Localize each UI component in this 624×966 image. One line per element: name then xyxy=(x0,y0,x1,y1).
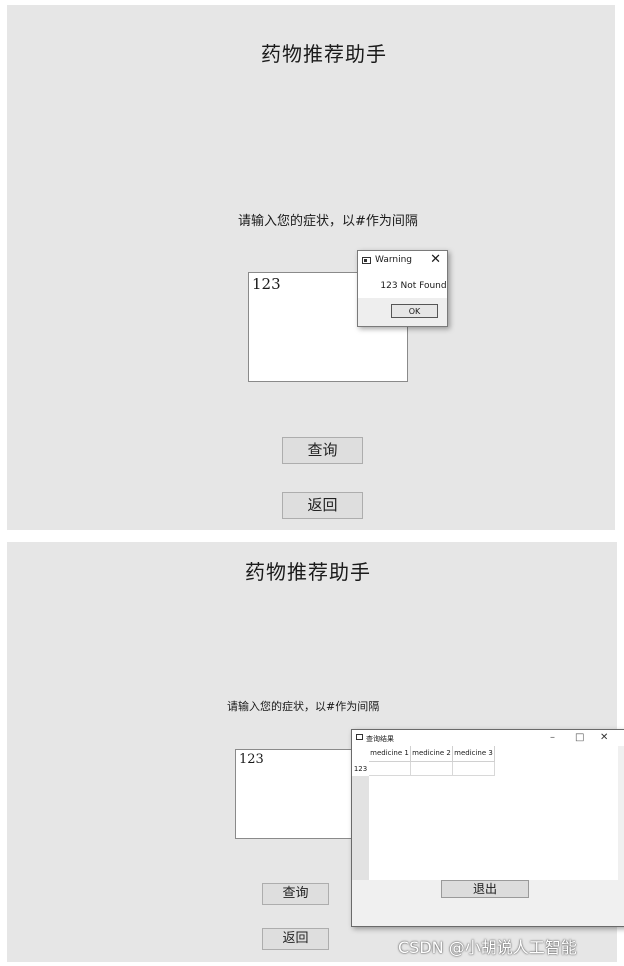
dialog-message: 123 Not Found xyxy=(380,281,447,291)
window-icon xyxy=(362,257,371,264)
query-button[interactable]: 查询 xyxy=(262,883,329,905)
close-icon[interactable]: ✕ xyxy=(430,252,441,268)
back-button[interactable]: 返回 xyxy=(262,928,329,950)
ok-button[interactable]: OK xyxy=(391,304,438,318)
dialog-footer: OK xyxy=(358,298,447,326)
result-window-title: 查询结果 xyxy=(366,735,394,743)
maximize-icon[interactable]: □ xyxy=(575,731,584,745)
app-window-warning: 药物推荐助手 请输入您的症状，以#作为间隔 123 查询 返回 Warning … xyxy=(7,5,615,530)
result-window-titlebar: 查询结果 – □ ✕ xyxy=(352,730,624,746)
table-cell[interactable] xyxy=(369,762,411,776)
column-header-medicine-1[interactable]: medicine 1 xyxy=(369,746,411,762)
window-icon xyxy=(356,734,363,740)
back-button[interactable]: 返回 xyxy=(282,492,363,519)
row-header[interactable]: 123 xyxy=(352,762,369,776)
warning-dialog: Warning ✕ 123 Not Found OK xyxy=(357,250,448,327)
query-button[interactable]: 查询 xyxy=(282,437,363,464)
app-title: 药物推荐助手 xyxy=(245,560,371,584)
results-table: medicine 1 medicine 2 medicine 3 123 xyxy=(352,746,618,880)
symptom-prompt: 请输入您的症状，以#作为间隔 xyxy=(238,214,418,229)
symptom-prompt: 请输入您的症状，以#作为间隔 xyxy=(227,700,380,713)
query-result-window: 查询结果 – □ ✕ medicine 1 medicine 2 medicin… xyxy=(351,729,624,927)
dialog-titlebar: Warning ✕ xyxy=(358,251,447,271)
dialog-title: Warning xyxy=(375,255,413,265)
app-title: 药物推荐助手 xyxy=(261,42,387,66)
minimize-icon[interactable]: – xyxy=(550,731,555,745)
column-header-medicine-2[interactable]: medicine 2 xyxy=(411,746,453,762)
table-cell[interactable] xyxy=(411,762,453,776)
table-corner xyxy=(352,746,369,762)
watermark: CSDN @小胡说人工智能 xyxy=(398,938,577,957)
row-header-strip xyxy=(352,762,369,880)
exit-button[interactable]: 退出 xyxy=(441,880,529,898)
column-header-medicine-3[interactable]: medicine 3 xyxy=(453,746,495,762)
table-cell[interactable] xyxy=(453,762,495,776)
close-icon[interactable]: ✕ xyxy=(600,731,608,745)
